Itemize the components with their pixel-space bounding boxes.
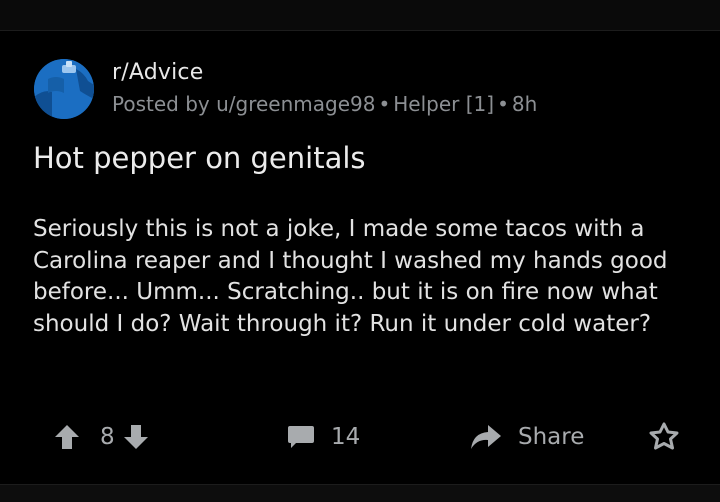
avatar-image xyxy=(34,59,94,119)
share-label: Share xyxy=(518,424,585,450)
comment-icon xyxy=(287,424,315,450)
separator-dot: • xyxy=(378,92,391,116)
action-bar: 8 14 Share xyxy=(0,417,720,457)
vote-count: 8 xyxy=(100,424,115,450)
top-bar xyxy=(0,0,720,31)
arrow-down-icon[interactable] xyxy=(123,423,149,451)
post-meta: Posted by u/greenmage98 • Helper [1] • 8h xyxy=(112,92,537,116)
bottom-bar xyxy=(0,484,720,502)
subreddit-name[interactable]: r/Advice xyxy=(112,60,203,85)
award-button[interactable] xyxy=(649,417,679,457)
user-flair: Helper [1] xyxy=(393,92,495,116)
share-button[interactable]: Share xyxy=(470,417,584,457)
post-title[interactable]: Hot pepper on genitals xyxy=(33,141,366,175)
arrow-up-icon[interactable] xyxy=(54,423,80,451)
post-body: Seriously this is not a joke, I made som… xyxy=(33,216,668,337)
subreddit-avatar[interactable] xyxy=(34,59,94,119)
comments-button[interactable]: 14 xyxy=(287,417,360,457)
share-icon xyxy=(470,423,502,451)
author-link[interactable]: Posted by u/greenmage98 xyxy=(112,92,375,116)
award-icon xyxy=(649,422,679,452)
vote-group: 8 xyxy=(54,417,149,457)
post-age: 8h xyxy=(511,92,538,116)
comment-count: 14 xyxy=(331,424,361,450)
separator-dot: • xyxy=(497,92,509,116)
post-card[interactable]: r/Advice Posted by u/greenmage98 • Helper … xyxy=(0,31,720,483)
